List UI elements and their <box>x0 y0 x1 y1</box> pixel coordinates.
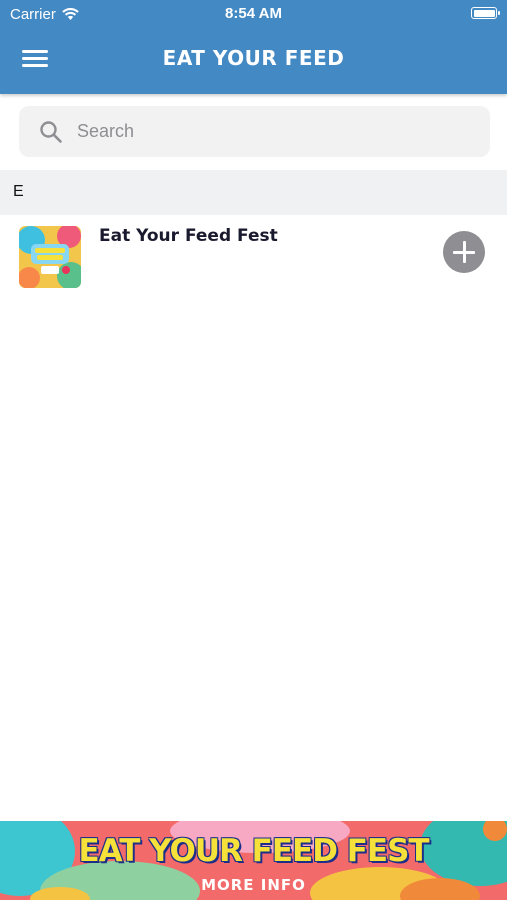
list-item-eat-your-feed-fest[interactable]: Eat Your Feed Fest <box>0 216 507 298</box>
page-title: EAT YOUR FEED <box>162 46 345 70</box>
add-icon[interactable] <box>443 231 485 273</box>
event-thumbnail <box>19 226 81 288</box>
search-input[interactable] <box>77 106 477 157</box>
banner-title: EAT YOUR FEED FEST <box>78 833 429 869</box>
search-bar <box>19 106 490 157</box>
status-bar: Carrier 8:54 AM <box>0 0 507 28</box>
search-icon <box>40 121 62 143</box>
promo-banner[interactable]: EAT YOUR FEED FEST MORE INFO <box>0 821 507 900</box>
section-letter: E <box>13 183 24 200</box>
list-item-title: Eat Your Feed Fest <box>99 226 278 246</box>
battery-icon <box>471 7 500 19</box>
clock: 8:54 AM <box>225 5 282 22</box>
section-header: E <box>0 170 507 215</box>
navigation-bar: EAT YOUR FEED <box>0 28 507 94</box>
more-info-link[interactable]: MORE INFO <box>0 876 507 894</box>
